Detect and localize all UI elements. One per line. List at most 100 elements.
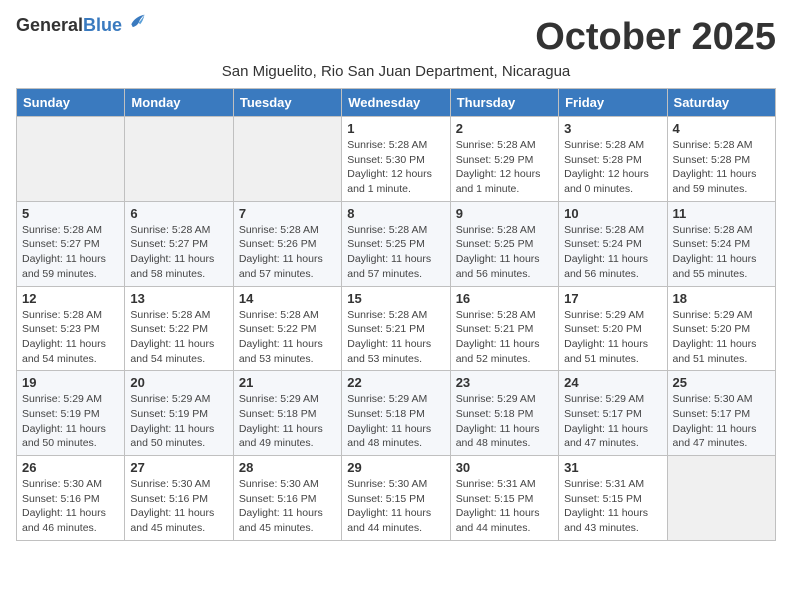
day-number: 10 (564, 206, 661, 221)
day-number: 30 (456, 460, 553, 475)
calendar-cell: 22Sunrise: 5:29 AM Sunset: 5:18 PM Dayli… (342, 371, 450, 456)
calendar-cell: 8Sunrise: 5:28 AM Sunset: 5:25 PM Daylig… (342, 201, 450, 286)
day-header-monday: Monday (125, 89, 233, 117)
day-number: 24 (564, 375, 661, 390)
calendar-cell: 4 Sunrise: 5:28 AM Sunset: 5:28 PM Daylig… (667, 117, 775, 202)
calendar-cell: 23Sunrise: 5:29 AM Sunset: 5:18 PM Dayli… (450, 371, 558, 456)
day-number: 16 (456, 291, 553, 306)
logo-blue: Blue (83, 15, 122, 35)
calendar-cell (17, 117, 125, 202)
day-number: 17 (564, 291, 661, 306)
day-number: 31 (564, 460, 661, 475)
subtitle: San Miguelito, Rio San Juan Department, … (16, 63, 776, 80)
day-number: 18 (673, 291, 770, 306)
day-number: 29 (347, 460, 444, 475)
calendar-cell: 5 Sunrise: 5:28 AM Sunset: 5:27 PM Daylig… (17, 201, 125, 286)
calendar-cell (125, 117, 233, 202)
day-info: Sunrise: 5:28 AM Sunset: 5:24 PM Dayligh… (673, 223, 770, 282)
calendar-cell: 7 Sunrise: 5:28 AM Sunset: 5:26 PM Daylig… (233, 201, 341, 286)
calendar-cell: 6 Sunrise: 5:28 AM Sunset: 5:27 PM Daylig… (125, 201, 233, 286)
calendar-cell: 19 Sunrise: 5:29 AM Sunset: 5:19 PM Dayli… (17, 371, 125, 456)
calendar-cell (233, 117, 341, 202)
week-row-4: 19 Sunrise: 5:29 AM Sunset: 5:19 PM Dayli… (17, 371, 776, 456)
calendar-cell: 18 Sunrise: 5:29 AM Sunset: 5:20 PM Dayli… (667, 286, 775, 371)
day-info: Sunrise: 5:30 AM Sunset: 5:16 PM Dayligh… (22, 477, 119, 536)
days-header-row: SundayMondayTuesdayWednesdayThursdayFrid… (17, 89, 776, 117)
day-number: 6 (130, 206, 227, 221)
day-info: Sunrise: 5:29 AM Sunset: 5:20 PM Dayligh… (673, 308, 770, 367)
calendar-cell: 2Sunrise: 5:28 AM Sunset: 5:29 PM Daylig… (450, 117, 558, 202)
day-info: Sunrise: 5:28 AM Sunset: 5:22 PM Dayligh… (239, 308, 336, 367)
day-info: Sunrise: 5:28 AM Sunset: 5:27 PM Dayligh… (130, 223, 227, 282)
logo-bird-icon (124, 11, 146, 33)
day-header-thursday: Thursday (450, 89, 558, 117)
day-number: 5 (22, 206, 119, 221)
day-number: 7 (239, 206, 336, 221)
page-header: GeneralBlue October 2025 (16, 16, 776, 59)
day-info: Sunrise: 5:28 AM Sunset: 5:25 PM Dayligh… (456, 223, 553, 282)
calendar-table: SundayMondayTuesdayWednesdayThursdayFrid… (16, 88, 776, 541)
day-info: Sunrise: 5:28 AM Sunset: 5:27 PM Dayligh… (22, 223, 119, 282)
day-info: Sunrise: 5:28 AM Sunset: 5:30 PM Dayligh… (347, 138, 444, 197)
day-info: Sunrise: 5:30 AM Sunset: 5:16 PM Dayligh… (130, 477, 227, 536)
day-number: 9 (456, 206, 553, 221)
day-header-friday: Friday (559, 89, 667, 117)
calendar-cell: 11 Sunrise: 5:28 AM Sunset: 5:24 PM Dayli… (667, 201, 775, 286)
day-number: 23 (456, 375, 553, 390)
calendar-cell: 26Sunrise: 5:30 AM Sunset: 5:16 PM Dayli… (17, 456, 125, 541)
month-title: October 2025 (535, 16, 776, 59)
day-info: Sunrise: 5:29 AM Sunset: 5:19 PM Dayligh… (22, 392, 119, 451)
day-header-saturday: Saturday (667, 89, 775, 117)
calendar-cell: 25 Sunrise: 5:30 AM Sunset: 5:17 PM Dayli… (667, 371, 775, 456)
week-row-1: 1 Sunrise: 5:28 AM Sunset: 5:30 PM Daylig… (17, 117, 776, 202)
day-number: 21 (239, 375, 336, 390)
day-info: Sunrise: 5:30 AM Sunset: 5:16 PM Dayligh… (239, 477, 336, 536)
day-number: 1 (347, 121, 444, 136)
calendar-cell: 14 Sunrise: 5:28 AM Sunset: 5:22 PM Dayli… (233, 286, 341, 371)
calendar-cell: 28Sunrise: 5:30 AM Sunset: 5:16 PM Dayli… (233, 456, 341, 541)
logo-general: General (16, 15, 83, 35)
calendar-cell: 10Sunrise: 5:28 AM Sunset: 5:24 PM Dayli… (559, 201, 667, 286)
week-row-5: 26Sunrise: 5:30 AM Sunset: 5:16 PM Dayli… (17, 456, 776, 541)
day-number: 8 (347, 206, 444, 221)
day-number: 15 (347, 291, 444, 306)
day-number: 4 (673, 121, 770, 136)
day-info: Sunrise: 5:30 AM Sunset: 5:17 PM Dayligh… (673, 392, 770, 451)
calendar-cell: 13 Sunrise: 5:28 AM Sunset: 5:22 PM Dayli… (125, 286, 233, 371)
day-info: Sunrise: 5:29 AM Sunset: 5:20 PM Dayligh… (564, 308, 661, 367)
day-info: Sunrise: 5:28 AM Sunset: 5:22 PM Dayligh… (130, 308, 227, 367)
day-number: 22 (347, 375, 444, 390)
calendar-cell: 29Sunrise: 5:30 AM Sunset: 5:15 PM Dayli… (342, 456, 450, 541)
day-info: Sunrise: 5:28 AM Sunset: 5:28 PM Dayligh… (673, 138, 770, 197)
calendar-cell (667, 456, 775, 541)
calendar-cell: 21 Sunrise: 5:29 AM Sunset: 5:18 PM Dayli… (233, 371, 341, 456)
day-header-tuesday: Tuesday (233, 89, 341, 117)
week-row-3: 12Sunrise: 5:28 AM Sunset: 5:23 PM Dayli… (17, 286, 776, 371)
calendar-cell: 16Sunrise: 5:28 AM Sunset: 5:21 PM Dayli… (450, 286, 558, 371)
logo: GeneralBlue (16, 16, 146, 36)
day-number: 19 (22, 375, 119, 390)
calendar-cell: 31Sunrise: 5:31 AM Sunset: 5:15 PM Dayli… (559, 456, 667, 541)
day-number: 2 (456, 121, 553, 136)
day-info: Sunrise: 5:28 AM Sunset: 5:21 PM Dayligh… (347, 308, 444, 367)
day-number: 3 (564, 121, 661, 136)
day-number: 14 (239, 291, 336, 306)
calendar-cell: 30 Sunrise: 5:31 AM Sunset: 5:15 PM Dayli… (450, 456, 558, 541)
week-row-2: 5 Sunrise: 5:28 AM Sunset: 5:27 PM Daylig… (17, 201, 776, 286)
day-info: Sunrise: 5:29 AM Sunset: 5:19 PM Dayligh… (130, 392, 227, 451)
day-number: 11 (673, 206, 770, 221)
day-info: Sunrise: 5:31 AM Sunset: 5:15 PM Dayligh… (456, 477, 553, 536)
day-info: Sunrise: 5:28 AM Sunset: 5:23 PM Dayligh… (22, 308, 119, 367)
day-number: 25 (673, 375, 770, 390)
calendar-cell: 3Sunrise: 5:28 AM Sunset: 5:28 PM Daylig… (559, 117, 667, 202)
day-number: 13 (130, 291, 227, 306)
day-header-wednesday: Wednesday (342, 89, 450, 117)
calendar-cell: 24Sunrise: 5:29 AM Sunset: 5:17 PM Dayli… (559, 371, 667, 456)
day-info: Sunrise: 5:28 AM Sunset: 5:26 PM Dayligh… (239, 223, 336, 282)
calendar-cell: 27 Sunrise: 5:30 AM Sunset: 5:16 PM Dayli… (125, 456, 233, 541)
calendar-cell: 12Sunrise: 5:28 AM Sunset: 5:23 PM Dayli… (17, 286, 125, 371)
calendar-cell: 20Sunrise: 5:29 AM Sunset: 5:19 PM Dayli… (125, 371, 233, 456)
day-info: Sunrise: 5:29 AM Sunset: 5:18 PM Dayligh… (239, 392, 336, 451)
calendar-cell: 17 Sunrise: 5:29 AM Sunset: 5:20 PM Dayli… (559, 286, 667, 371)
day-number: 27 (130, 460, 227, 475)
